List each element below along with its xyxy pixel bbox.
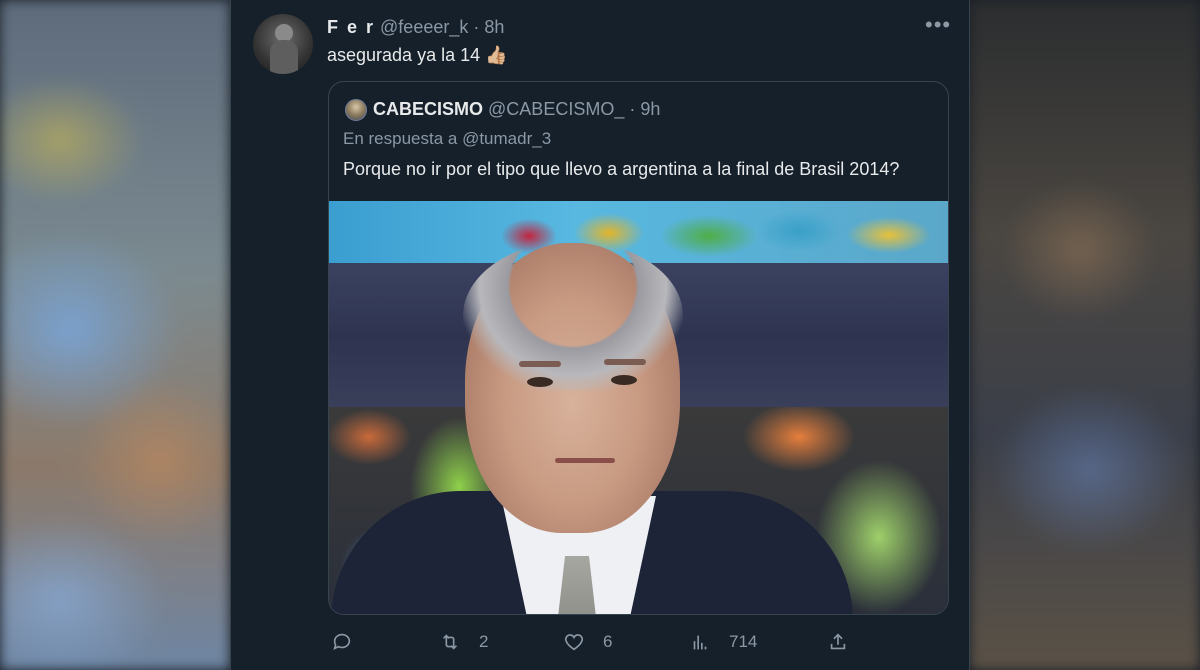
timestamp[interactable]: 8h — [484, 17, 504, 37]
quoted-display-name[interactable]: CABECISMO — [373, 99, 483, 119]
photo-hair — [463, 241, 683, 391]
screenshot-stage: F e r @feeeer_k · 8h ••• asegurada ya la… — [0, 0, 1200, 670]
photo-right-eye — [611, 375, 637, 385]
share-button[interactable] — [827, 628, 849, 656]
retweet-count: 2 — [479, 632, 489, 651]
share-icon — [830, 633, 846, 650]
views-button[interactable]: 714 — [689, 628, 757, 656]
handle[interactable]: @feeeer_k — [380, 17, 468, 37]
quoted-handle[interactable]: @CABECISMO_ — [488, 99, 624, 119]
photo-left-eye — [527, 377, 553, 387]
tweet-body: asegurada ya la 14 — [327, 45, 481, 65]
quoted-separator: · — [629, 99, 636, 119]
thumbs-up-emoji: 👍🏼 — [485, 45, 508, 65]
quoted-text: Porque no ir por el tipo que llevo a arg… — [343, 159, 900, 179]
retweet-icon — [442, 634, 458, 650]
photo-stadium-banner — [329, 201, 948, 263]
blurred-background-left — [0, 0, 230, 670]
quoted-avatar[interactable] — [345, 99, 367, 121]
tweet-header: F e r @feeeer_k · 8h — [327, 17, 504, 38]
reply-button[interactable] — [331, 628, 353, 656]
tweet-text: asegurada ya la 14 👍🏼 — [327, 45, 508, 66]
like-count: 6 — [603, 632, 613, 651]
views-icon — [693, 635, 707, 650]
reply-icon — [333, 633, 351, 650]
action-bar: 2 6 714 — [327, 628, 947, 656]
blurred-background-right — [970, 0, 1200, 670]
reply-context: En respuesta a @tumadr_3 — [343, 129, 552, 148]
tweet-card[interactable]: F e r @feeeer_k · 8h ••• asegurada ya la… — [230, 0, 970, 670]
photo-left-brow — [519, 361, 561, 367]
photo-right-brow — [604, 359, 646, 365]
more-icon[interactable]: ••• — [925, 14, 951, 36]
like-icon — [564, 634, 584, 651]
quoted-tweet[interactable]: CABECISMO @CABECISMO_ · 9h En respuesta … — [328, 81, 949, 615]
avatar[interactable] — [253, 14, 313, 74]
photo-mouth — [555, 458, 615, 463]
avatar-figure-body — [270, 40, 298, 74]
quoted-photo[interactable] — [329, 201, 948, 614]
display-name[interactable]: F e r — [327, 17, 375, 37]
like-button[interactable]: 6 — [563, 628, 612, 656]
views-count: 714 — [729, 632, 758, 651]
quoted-timestamp[interactable]: 9h — [640, 99, 660, 119]
quoted-header: CABECISMO @CABECISMO_ · 9h — [373, 99, 660, 120]
retweet-button[interactable]: 2 — [439, 628, 488, 656]
separator: · — [473, 17, 480, 37]
